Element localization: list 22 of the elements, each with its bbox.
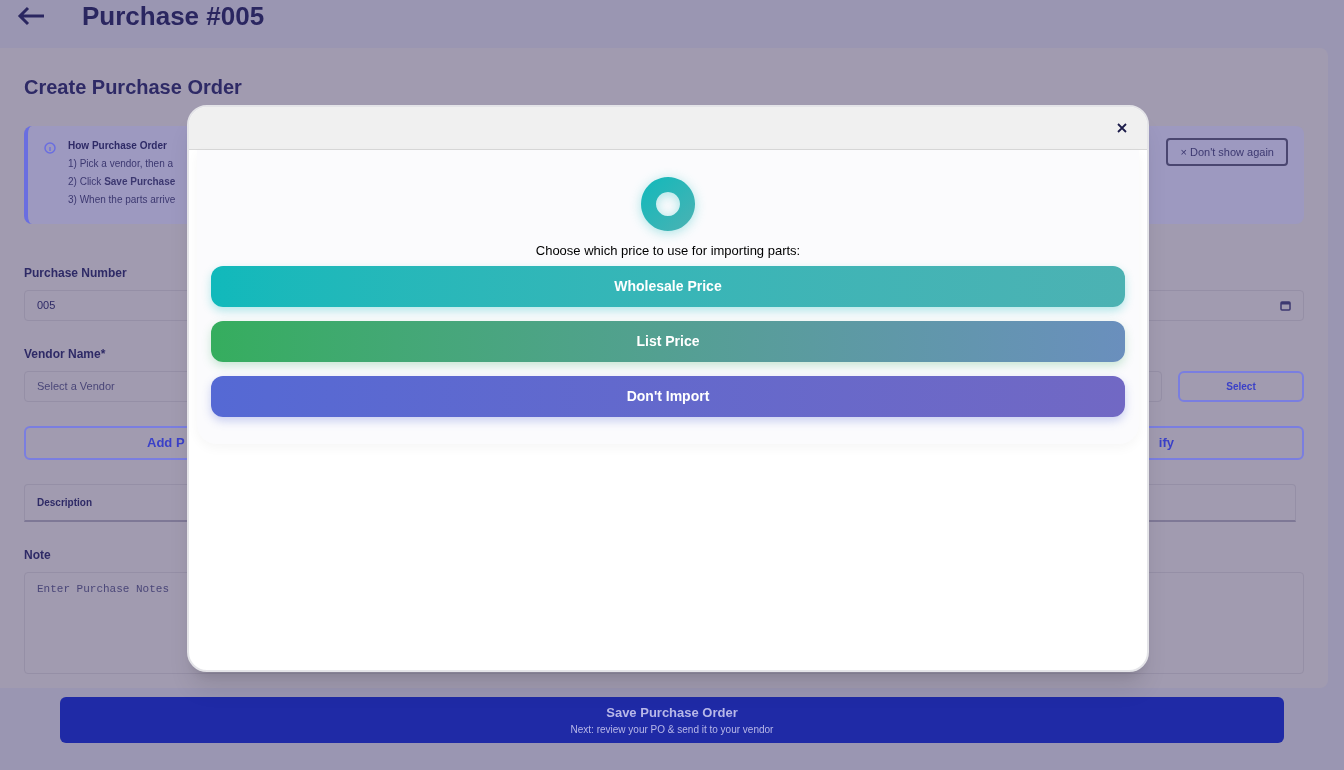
page-title: Purchase #005 [82,0,265,33]
field-label: Purchase Number [24,265,128,282]
price-option-button[interactable]: List Price [211,320,1125,362]
field-label: Note [24,547,52,564]
calendar-icon [1280,300,1291,311]
field-label: Vendor Name* [24,346,107,363]
price-option-button[interactable]: Don't Import [211,375,1125,417]
form-title: Create Purchase Order [24,75,243,100]
info-step: 1) Pick a vendor, then a [68,156,176,171]
info-icon [44,142,56,154]
info-step: 3) When the parts arrive [68,192,176,207]
price-option-button[interactable]: Wholesale Price [211,265,1125,307]
column-header: Description [37,496,92,510]
select-button[interactable]: Select [1178,371,1304,402]
back-arrow-icon[interactable] [16,5,46,27]
dialog-prompt: Choose which price to use for importing parts: [535,242,801,260]
save-button[interactable]: Save Purchase Order Next: review your PO & send it to your vendor [60,697,1284,743]
ring-icon [641,177,695,231]
close-icon[interactable] [1117,123,1127,133]
info-step: 2) Click Save Purchase [68,174,176,189]
info-heading: How Purchase Order [68,139,168,153]
dismiss-button[interactable]: × Don't show again [1166,138,1288,166]
